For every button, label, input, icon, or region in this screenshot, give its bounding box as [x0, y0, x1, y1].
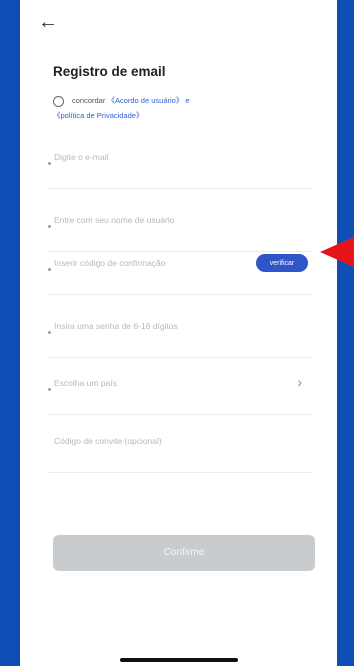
- required-dot-icon: [48, 268, 51, 271]
- invite-code-field[interactable]: Código de convite (opcional): [48, 412, 312, 473]
- required-dot-icon: [48, 388, 51, 391]
- privacy-policy-link[interactable]: 《política de Privacidade》: [53, 109, 293, 122]
- home-indicator: [120, 658, 238, 662]
- invite-placeholder: Código de convite (opcional): [54, 436, 162, 446]
- phone-screen: ← Registro de email concordar 《Acordo de…: [20, 0, 337, 666]
- confirm-button[interactable]: Confirme: [53, 535, 315, 571]
- required-dot-icon: [48, 331, 51, 334]
- required-dot-icon: [48, 162, 51, 165]
- code-placeholder: Inserir código de confirmação: [54, 258, 166, 268]
- password-placeholder: Insira uma senha de 6-16 dígitos: [54, 321, 178, 331]
- page-title: Registro de email: [53, 64, 166, 79]
- agreement-radio[interactable]: [53, 95, 64, 107]
- agreement-row: concordar 《Acordo de usuário》 e 《polític…: [53, 94, 293, 122]
- annotation-arrow-icon: [320, 237, 354, 267]
- username-placeholder: Entre com seu nome de usuário: [54, 215, 175, 225]
- back-arrow-icon[interactable]: ←: [38, 10, 62, 34]
- password-field[interactable]: Insira uma senha de 6-16 dígitos: [48, 297, 312, 358]
- verify-button[interactable]: verificar: [256, 254, 308, 272]
- country-placeholder: Escolha um país: [54, 378, 117, 388]
- email-placeholder: Digite o e-mail: [54, 152, 109, 162]
- chevron-right-icon: ›: [297, 374, 302, 390]
- email-field[interactable]: Digite o e-mail: [48, 128, 312, 189]
- agreement-prefix: concordar: [72, 96, 106, 105]
- country-field[interactable]: Escolha um país ›: [48, 354, 312, 415]
- required-dot-icon: [48, 225, 51, 228]
- code-field[interactable]: Inserir código de confirmação verificar: [48, 234, 312, 295]
- user-agreement-link[interactable]: 《Acordo de usuário》 e: [107, 96, 189, 105]
